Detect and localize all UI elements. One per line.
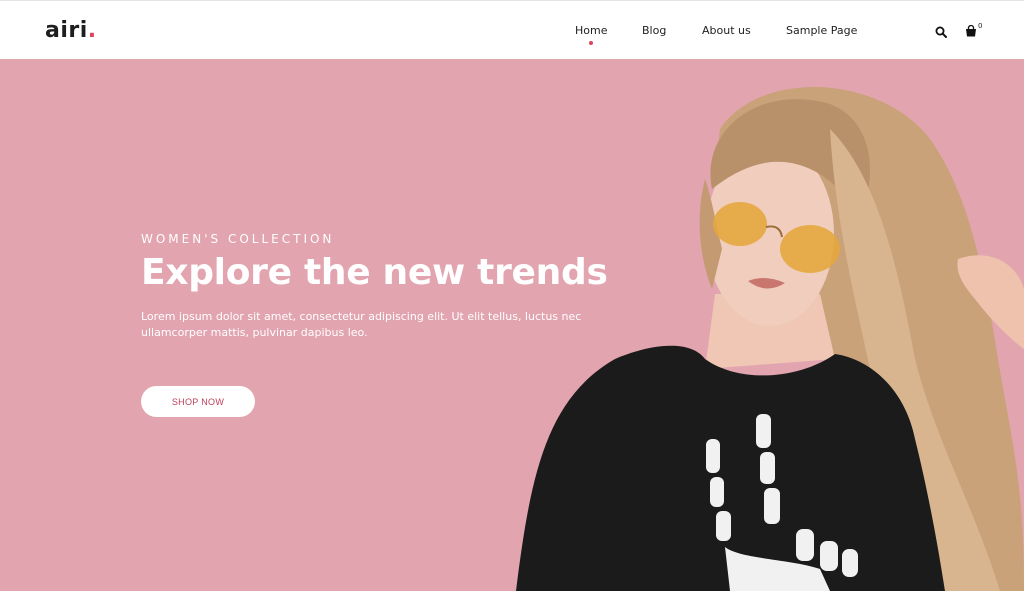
- logo-text: airi: [45, 18, 88, 43]
- hero-banner: WOMEN'S COLLECTION Explore the new trend…: [0, 59, 1024, 591]
- hero-eyebrow: WOMEN'S COLLECTION: [141, 232, 335, 246]
- hero-headline: Explore the new trends: [141, 252, 608, 293]
- nav-item-home[interactable]: Home: [575, 24, 607, 45]
- nav-item-blog[interactable]: Blog: [642, 24, 666, 37]
- logo-dot: .: [87, 18, 97, 43]
- page-bottom-strip: [0, 591, 1024, 611]
- search-icon[interactable]: [935, 25, 947, 43]
- site-header: airi. Home Blog About us Sample Page 0: [0, 0, 1024, 59]
- shopping-bag-icon[interactable]: [965, 24, 977, 42]
- nav-item-about-us[interactable]: About us: [702, 24, 751, 37]
- nav-item-sample-page[interactable]: Sample Page: [786, 24, 857, 37]
- shop-now-button[interactable]: SHOP NOW: [141, 386, 255, 417]
- logo[interactable]: airi.: [45, 18, 97, 43]
- cart-count-badge: 0: [978, 22, 983, 30]
- hero-description: Lorem ipsum dolor sit amet, consectetur …: [141, 310, 582, 339]
